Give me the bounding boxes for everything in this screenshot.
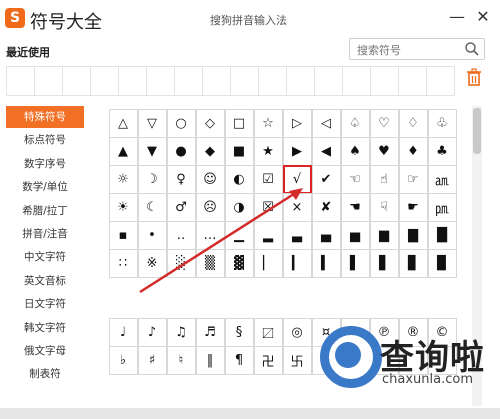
watermark: 查询啦 chaxunla.com [320, 322, 500, 419]
watermark-url: chaxunla.com [382, 372, 473, 387]
watermark-logo-dot-icon [335, 342, 361, 368]
bottom-strip [0, 408, 500, 419]
